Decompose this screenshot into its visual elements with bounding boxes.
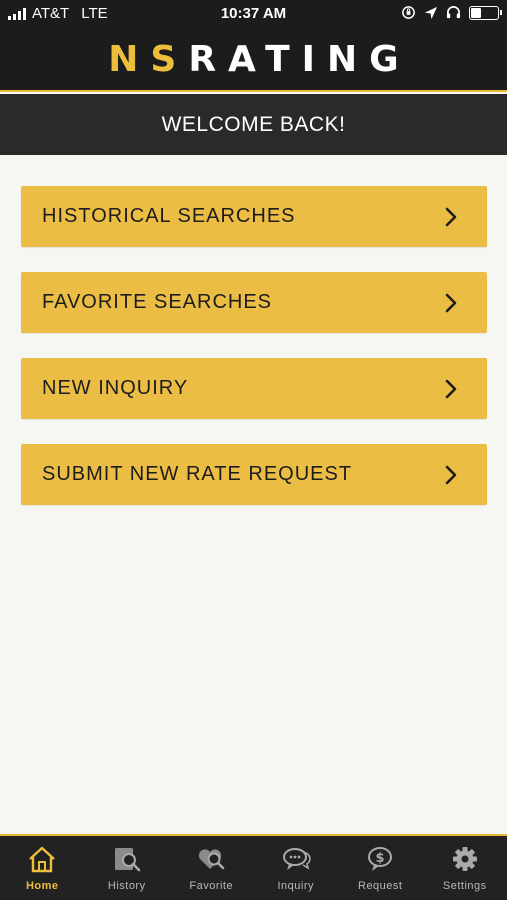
menu-label: SUBMIT NEW RATE REQUEST <box>42 463 353 485</box>
logo-rating: RATING <box>188 39 411 80</box>
tab-label: Inquiry <box>277 880 315 892</box>
tab-label: History <box>107 880 146 892</box>
home-menu: HISTORICAL SEARCHES FAVORITE SEARCHES NE… <box>21 186 487 530</box>
welcome-banner: WELCOME BACK! <box>0 94 507 155</box>
tab-label: Home <box>25 880 59 892</box>
menu-label: HISTORICAL SEARCHES <box>42 205 296 227</box>
new-inquiry-button[interactable]: NEW INQUIRY <box>21 358 487 419</box>
tab-label: Favorite <box>189 880 234 892</box>
tab-favorite[interactable]: Favorite <box>169 836 254 900</box>
favorite-searches-button[interactable]: FAVORITE SEARCHES <box>21 272 487 333</box>
tab-label: Settings <box>442 880 487 892</box>
chevron-right-icon <box>443 378 459 400</box>
svg-text:$: $ <box>376 851 385 866</box>
tab-bar: Home History Favorite Inquiry $ Request … <box>0 834 507 900</box>
tab-label: Request <box>358 880 403 892</box>
orientation-lock-icon <box>402 6 415 19</box>
location-arrow-icon <box>424 6 438 19</box>
chevron-right-icon <box>443 206 459 228</box>
menu-label: NEW INQUIRY <box>42 377 189 399</box>
home-icon <box>26 844 58 874</box>
status-bar: AT&T LTE 10:37 AM <box>0 0 507 28</box>
submit-rate-request-button[interactable]: SUBMIT NEW RATE REQUEST <box>21 444 487 505</box>
tab-history[interactable]: History <box>85 836 170 900</box>
headphones-icon <box>446 6 461 19</box>
tab-settings[interactable]: Settings <box>423 836 507 900</box>
status-right <box>401 5 502 20</box>
tab-request[interactable]: $ Request <box>338 836 423 900</box>
app-logo: NSRATING <box>0 28 507 92</box>
historical-searches-button[interactable]: HISTORICAL SEARCHES <box>21 186 487 247</box>
menu-label: FAVORITE SEARCHES <box>42 291 273 313</box>
history-search-icon <box>111 844 143 874</box>
tab-home[interactable]: Home <box>0 836 85 900</box>
logo-ns: NS <box>108 39 189 80</box>
heart-search-icon <box>195 844 227 874</box>
tab-inquiry[interactable]: Inquiry <box>254 836 339 900</box>
battery-icon <box>469 5 502 20</box>
chevron-right-icon <box>443 464 459 486</box>
gear-icon <box>449 844 481 874</box>
dollar-bubble-icon: $ <box>364 844 396 874</box>
chevron-right-icon <box>443 292 459 314</box>
chat-bubbles-icon <box>280 844 312 874</box>
app-header: NSRATING <box>0 28 507 92</box>
